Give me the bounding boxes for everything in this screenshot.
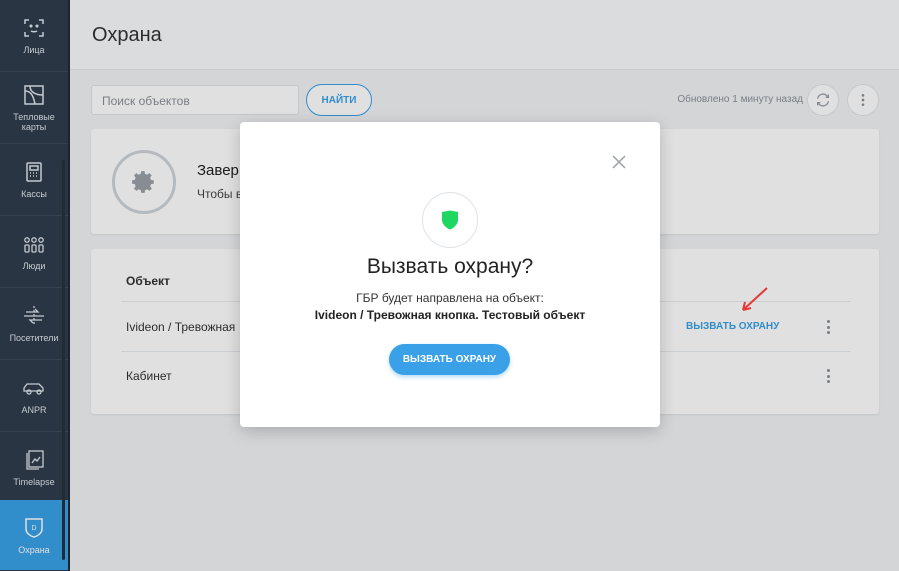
dialog-subtitle: ГБР будет направлена на объект: bbox=[356, 291, 544, 305]
confirm-call-guard-button[interactable]: ВЫЗВАТЬ ОХРАНУ bbox=[389, 344, 510, 375]
red-arrow-annotation bbox=[742, 287, 768, 311]
shield-badge bbox=[422, 192, 478, 248]
call-guard-dialog: Вызвать охрану? ГБР будет направлена на … bbox=[240, 122, 660, 427]
dialog-object-name: Ivideon / Тревожная кнопка. Тестовый объ… bbox=[314, 308, 586, 322]
dialog-title: Вызвать охрану? bbox=[366, 255, 534, 278]
close-icon[interactable] bbox=[612, 155, 626, 169]
shield-icon bbox=[442, 210, 458, 230]
